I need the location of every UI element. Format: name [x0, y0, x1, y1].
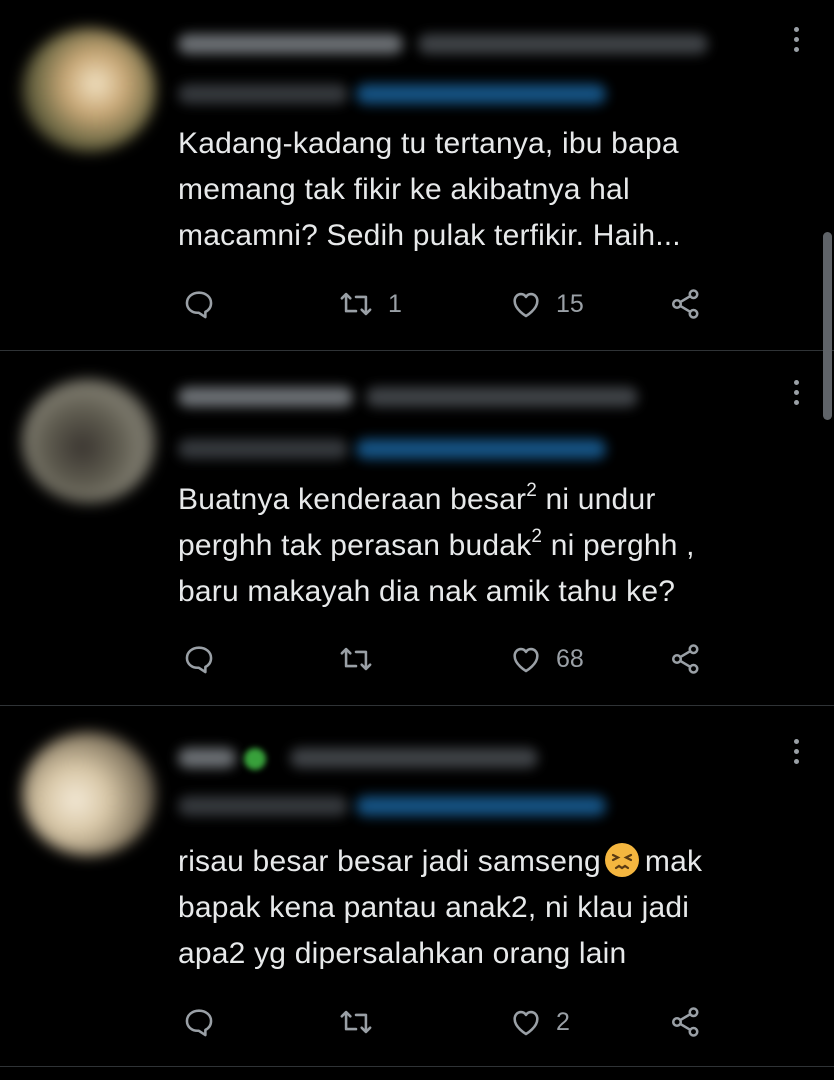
more-icon[interactable]: [792, 380, 800, 405]
tweet-text-line: memang tak fikir ke akibatnya hal: [178, 173, 630, 206]
share-button[interactable]: [668, 1002, 704, 1042]
like-icon: [508, 642, 544, 676]
retweet-count: 1: [388, 289, 402, 318]
reply-button[interactable]: [182, 284, 216, 324]
tweet-text-line: risau besar besar jadi samseng mak: [178, 843, 703, 878]
reply-icon: [182, 642, 216, 676]
like-button[interactable]: 2: [508, 1002, 570, 1042]
tweet-actions: 1 15: [178, 284, 738, 324]
reply-button[interactable]: [182, 639, 216, 679]
tweet-text: risau besar besar jadi samseng mak bapak …: [178, 839, 808, 977]
divider: [0, 1066, 834, 1067]
retweet-button[interactable]: [336, 639, 376, 679]
handle-blurred: [290, 748, 538, 768]
handle-blurred: [366, 387, 638, 407]
tweet-text-line: baru makayah dia nak amik tahu ke?: [178, 575, 676, 608]
like-icon: [508, 1005, 544, 1039]
share-button[interactable]: [668, 284, 704, 324]
tweet-text-line: perghh tak perasan budak2 ni perghh ,: [178, 526, 695, 562]
like-count: 68: [556, 644, 584, 673]
like-count: 15: [556, 289, 584, 318]
share-button[interactable]: [668, 639, 704, 679]
share-icon: [668, 641, 704, 677]
reply-icon: [182, 1005, 216, 1039]
like-icon: [508, 287, 544, 321]
avatar[interactable]: [22, 28, 156, 152]
replying-to-handle-blurred[interactable]: [356, 439, 606, 459]
reply-icon: [182, 287, 216, 321]
tweet-text-line: macamni? Sedih pulak terfikir. Haih...: [178, 219, 681, 252]
like-button[interactable]: 68: [508, 639, 584, 679]
tweet-actions: 68: [178, 639, 738, 679]
replying-to-blurred: [178, 796, 348, 816]
tweet-text-line: bapak kena pantau anak2, ni klau jadi: [178, 891, 690, 924]
replying-to-blurred: [178, 439, 348, 459]
reply-feed: Kadang-kadang tu tertanya, ibu bapa mema…: [0, 0, 834, 1080]
replying-to-handle-blurred[interactable]: [356, 84, 606, 104]
verified-badge-icon: [244, 748, 266, 770]
tweet-text-line: Buatnya kenderaan besar2 ni undur: [178, 480, 656, 516]
more-icon[interactable]: [792, 739, 800, 764]
tweet-text-line: apa2 yg dipersalahkan orang lain: [178, 937, 627, 970]
share-icon: [668, 286, 704, 322]
like-count: 2: [556, 1007, 570, 1036]
tweet-text: Kadang-kadang tu tertanya, ibu bapa mema…: [178, 121, 808, 259]
tweet-text: Buatnya kenderaan besar2 ni undur perghh…: [178, 477, 808, 615]
retweet-icon: [336, 1005, 376, 1039]
display-name-blurred[interactable]: [178, 748, 236, 768]
persevering-face-emoji-icon: [604, 843, 639, 877]
avatar[interactable]: [22, 732, 156, 856]
retweet-button[interactable]: [336, 1002, 376, 1042]
more-icon[interactable]: [792, 27, 800, 52]
retweet-icon: [336, 287, 376, 321]
replying-to-blurred: [178, 84, 348, 104]
display-name-blurred[interactable]: [178, 34, 403, 54]
tweet-3[interactable]: risau besar besar jadi samseng mak bapak …: [0, 706, 834, 1066]
avatar[interactable]: [22, 379, 156, 503]
tweet-1[interactable]: Kadang-kadang tu tertanya, ibu bapa mema…: [0, 0, 834, 350]
reply-button[interactable]: [182, 1002, 216, 1042]
tweet-text-line: Kadang-kadang tu tertanya, ibu bapa: [178, 127, 679, 160]
retweet-button[interactable]: 1: [336, 284, 402, 324]
tweet-2[interactable]: Buatnya kenderaan besar2 ni undur perghh…: [0, 351, 834, 705]
replying-to-handle-blurred[interactable]: [356, 796, 606, 816]
like-button[interactable]: 15: [508, 284, 584, 324]
handle-blurred: [418, 34, 708, 54]
retweet-icon: [336, 642, 376, 676]
share-icon: [668, 1004, 704, 1040]
tweet-actions: 2: [178, 1002, 738, 1042]
scrollbar[interactable]: [823, 232, 832, 420]
display-name-blurred[interactable]: [178, 387, 353, 407]
